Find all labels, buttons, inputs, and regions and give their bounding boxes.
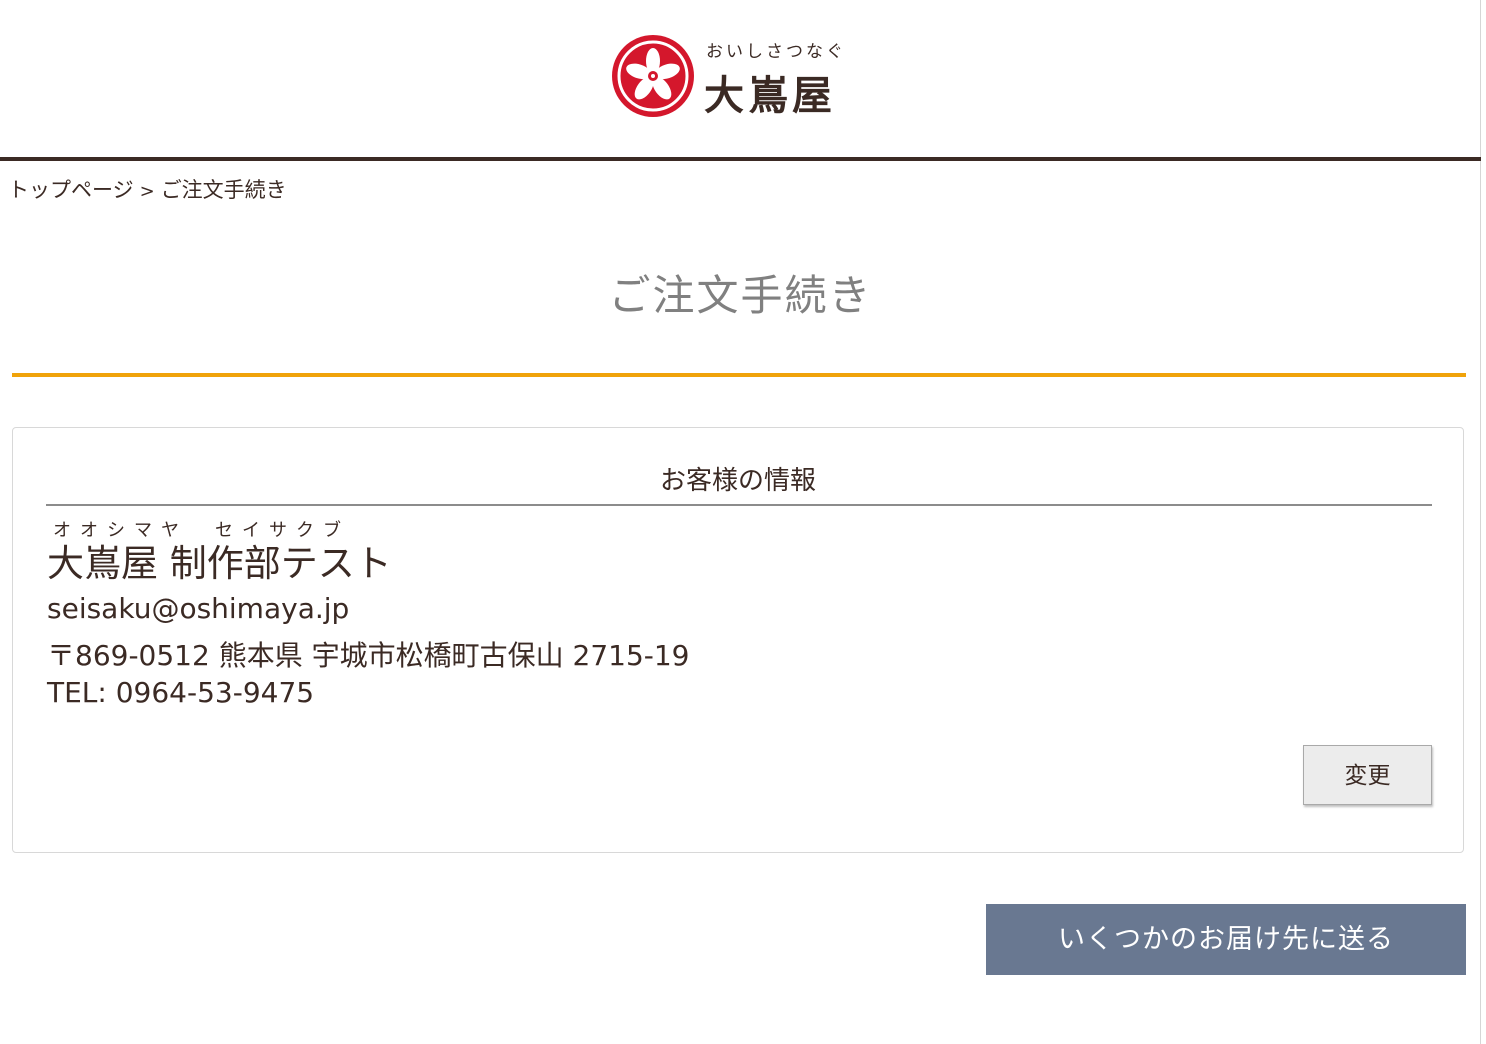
change-customer-info-button[interactable]: 変更 xyxy=(1303,745,1432,805)
page-title: ご注文手続き xyxy=(608,271,873,320)
title-underline xyxy=(12,373,1466,377)
breadcrumb-separator: > xyxy=(139,181,155,202)
site-logo[interactable]: おいしさつなぐ 大嶌屋 xyxy=(610,33,880,123)
customer-email: seisaku@oshimaya.jp xyxy=(47,592,350,625)
customer-name: 大嶌屋 制作部テスト xyxy=(47,542,392,585)
customer-tel: TEL: 0964-53-9475 xyxy=(47,676,315,709)
five-petal-flower-crest-icon xyxy=(612,35,694,117)
ship-to-multiple-addresses-button[interactable]: いくつかのお届け先に送る xyxy=(986,904,1466,975)
logo-name: 大嶌屋 xyxy=(704,72,836,119)
breadcrumb-home-link[interactable]: トップページ xyxy=(8,178,134,202)
customer-name-furigana: オオシマヤ セイサクブ xyxy=(53,520,350,541)
header-divider xyxy=(0,157,1481,161)
customer-address: 〒869-0512 熊本県 宇城市松橋町古保山 2715-19 xyxy=(47,639,690,672)
site-header: おいしさつなぐ 大嶌屋 xyxy=(0,0,1481,157)
breadcrumb-current: ご注文手続き xyxy=(160,178,287,202)
breadcrumb: トップページ > ご注文手続き xyxy=(8,174,287,204)
customer-info-card: お客様の情報 オオシマヤ セイサクブ 大嶌屋 制作部テスト seisaku@os… xyxy=(12,427,1464,853)
customer-info-divider xyxy=(46,504,1432,506)
logo-tagline: おいしさつなぐ xyxy=(706,42,846,62)
customer-info-title: お客様の情報 xyxy=(659,466,816,496)
customer-name-block: オオシマヤ セイサクブ 大嶌屋 制作部テスト xyxy=(47,520,392,584)
